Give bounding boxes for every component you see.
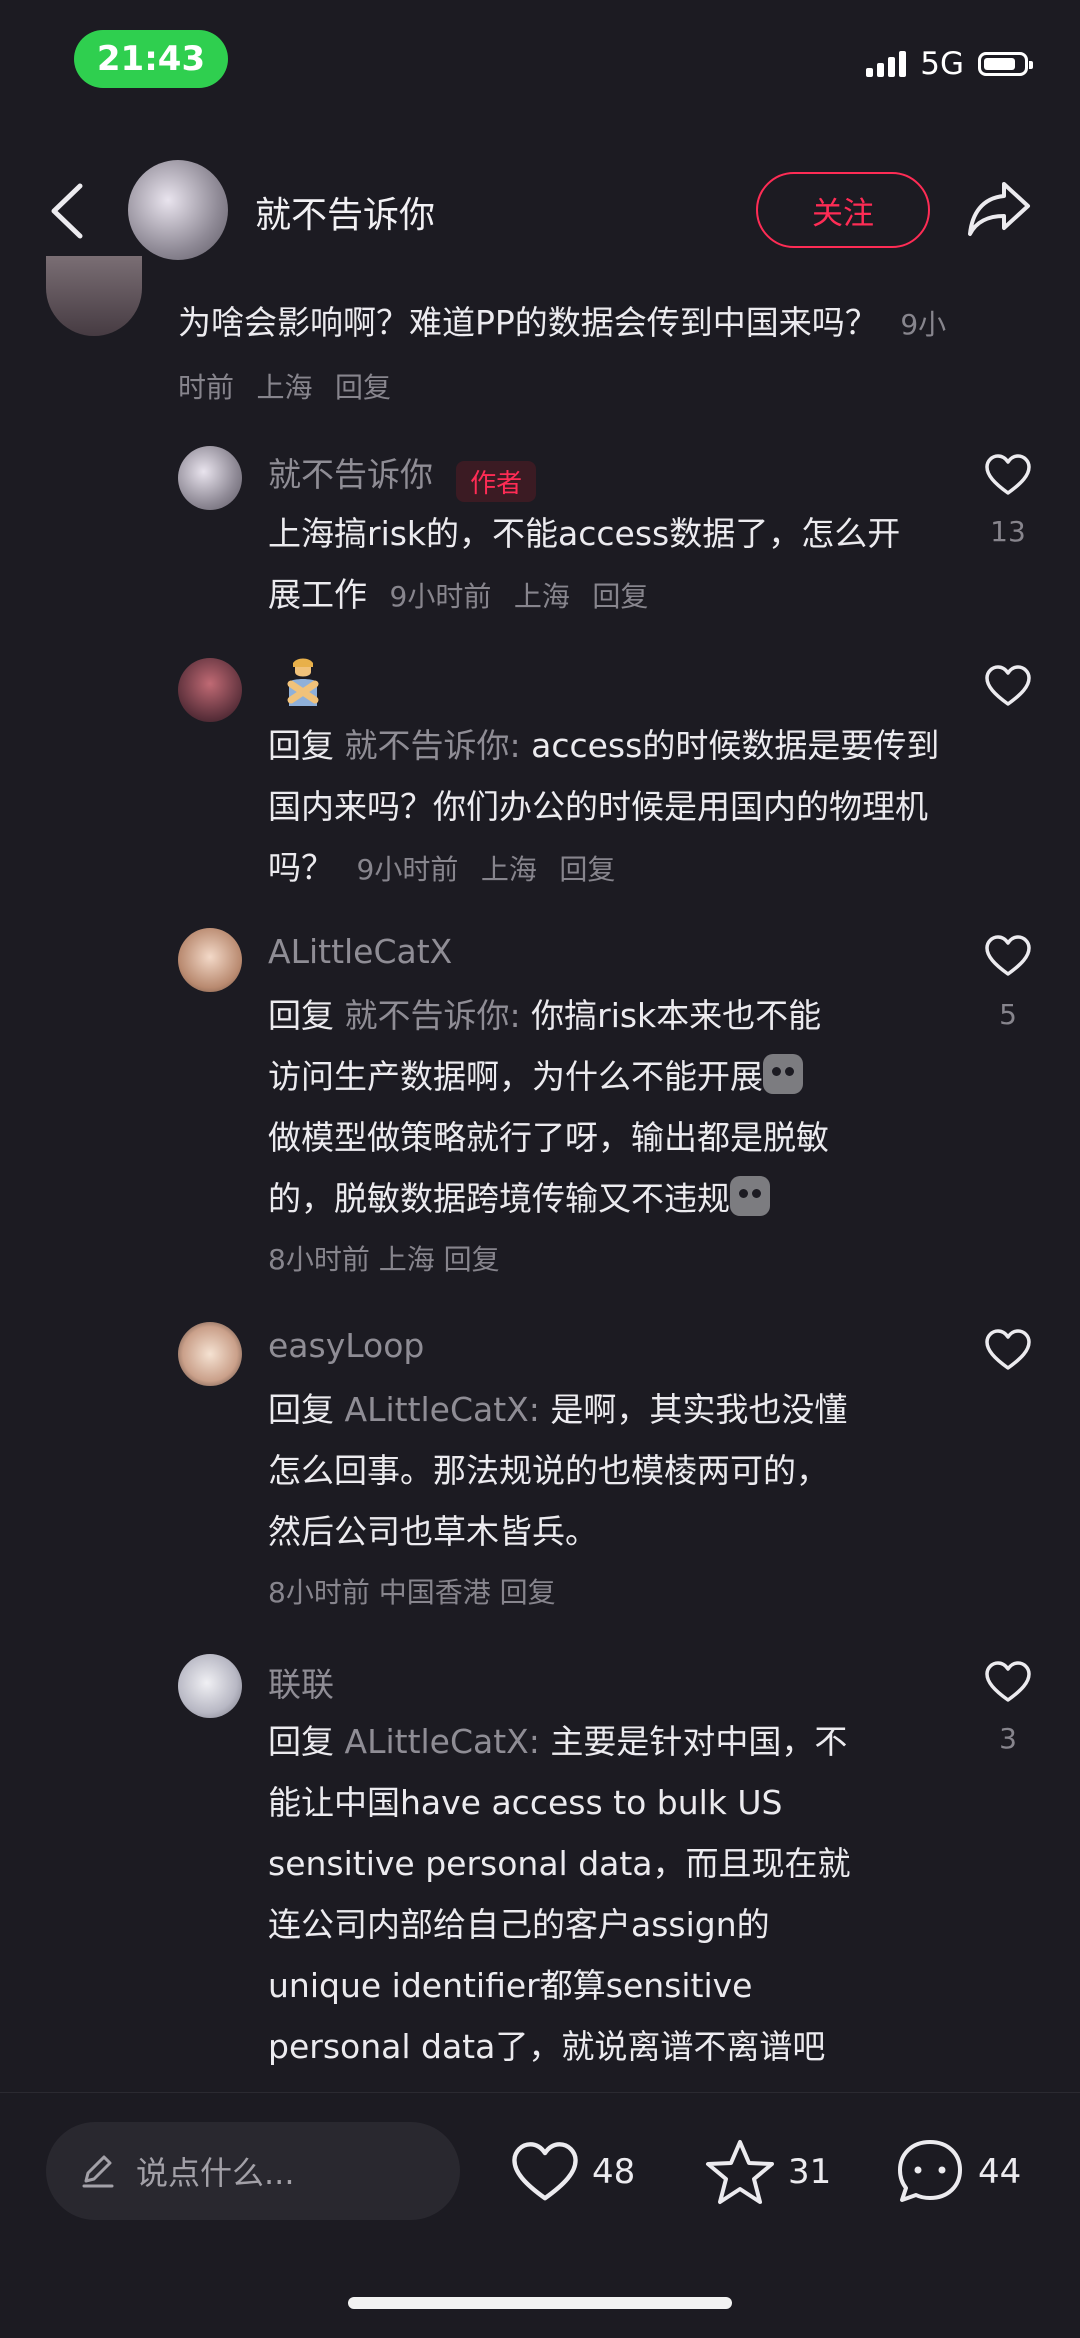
favorite-button[interactable]: 31	[704, 2138, 831, 2206]
reply-location: 上海	[480, 853, 537, 886]
reply-username[interactable]: ALittleCatX	[268, 932, 452, 971]
reply-prefix: 回复	[268, 1390, 334, 1429]
like-icon[interactable]	[984, 453, 1032, 497]
follow-button[interactable]: 关注	[756, 172, 930, 248]
reply-username[interactable]: 联联	[268, 1658, 334, 1706]
reply-time: 8小时前	[268, 1576, 370, 1609]
reply-time: 9小时前	[389, 580, 492, 613]
status-icons: 5G	[866, 44, 1033, 84]
commenter-avatar[interactable]	[46, 256, 142, 336]
like-icon[interactable]	[984, 664, 1032, 708]
cat-emoji	[730, 1176, 770, 1216]
reply-to-user[interactable]: 就不告诉你:	[345, 996, 521, 1035]
author-badge: 作者	[456, 461, 537, 502]
favorite-total: 31	[788, 2152, 832, 2192]
reply-body-line: 访问生产数据啊，为什么不能开展	[268, 1057, 763, 1096]
comment-button[interactable]: 44	[894, 2136, 1021, 2208]
comment-total: 44	[978, 2152, 1022, 2192]
reply-text[interactable]: 回复 ALittleCatX: 是啊，其实我也没懂 怎么回事。那法规说的也模棱两…	[268, 1379, 948, 1623]
reply-text[interactable]: 上海搞risk的，不能access数据了，怎么开展工作 9小时前 上海 回复	[268, 503, 908, 627]
like-count: 13	[990, 515, 1026, 548]
reply-body-line: 的，脱敏数据跨境传输又不违规	[268, 1179, 730, 1218]
reply-button[interactable]: 回复	[559, 853, 615, 886]
reply-avatar[interactable]	[178, 1654, 242, 1718]
reply-time: 8小时前	[268, 1243, 370, 1276]
reply-to-user[interactable]: ALittleCatX:	[345, 1390, 540, 1429]
reply-button[interactable]: 回复	[500, 1576, 556, 1609]
reply-location: 上海	[513, 580, 570, 613]
reply-text[interactable]: 回复 ALittleCatX: 主要是针对中国，不 能让中国have acces…	[268, 1711, 948, 2077]
like-icon[interactable]	[984, 934, 1032, 978]
like-count: 3	[999, 1722, 1017, 1755]
reply-button[interactable]: 回复	[444, 1243, 500, 1276]
like-button[interactable]: 48	[510, 2140, 635, 2204]
reply-avatar[interactable]	[178, 658, 242, 722]
reply-prefix: 回复	[268, 726, 334, 765]
pencil-icon	[82, 2155, 114, 2188]
reply-location: 上海	[378, 1243, 435, 1276]
hand-gesture-emoji	[283, 658, 323, 708]
reply-button[interactable]: 回复	[335, 371, 391, 404]
reply-prefix: 回复	[268, 996, 334, 1035]
signal-icon	[866, 51, 907, 77]
reply-to-user[interactable]: 就不告诉你:	[345, 726, 521, 765]
comment-body: 为啥会影响啊？难道PP的数据会传到中国来吗？	[178, 303, 878, 342]
reply-username[interactable]: 就不告诉你	[268, 455, 433, 494]
heart-icon	[512, 2142, 578, 2201]
like-icon[interactable]	[984, 1660, 1032, 1704]
reply-username[interactable]: easyLoop	[268, 1326, 424, 1365]
like-total: 48	[592, 2152, 636, 2192]
reply-text[interactable]: 回复 就不告诉你: access的时候数据是要传到国内来吗？你们办公的时候是用国…	[268, 715, 948, 900]
reply-avatar[interactable]	[178, 1322, 242, 1386]
reply-body-line: sensitive personal data，而且现在就	[268, 1844, 851, 1883]
comment-bubble-icon	[898, 2140, 962, 2202]
reply-button[interactable]: 回复	[592, 580, 648, 613]
comment-text[interactable]: 为啥会影响啊？难道PP的数据会传到中国来吗？ 9小时前 上海 回复	[178, 292, 958, 418]
reply-body-line: 怎么回事。那法规说的也模棱两可的，	[268, 1451, 829, 1490]
reply-body-line: 做模型做策略就行了呀，输出都是脱敏	[268, 1118, 829, 1157]
reply-prefix: 回复	[268, 1722, 334, 1761]
author-name[interactable]: 就不告诉你	[255, 186, 435, 238]
reply-body-line: 你搞risk本来也不能	[531, 996, 822, 1035]
reply-time: 9小时前	[356, 853, 459, 886]
author-avatar[interactable]	[128, 160, 228, 260]
reply-body-line: 连公司内部给自己的客户assign的	[268, 1905, 770, 1944]
cat-emoji	[763, 1054, 803, 1094]
reply-to-user[interactable]: ALittleCatX:	[345, 1722, 540, 1761]
star-icon	[706, 2140, 774, 2204]
reply-body-line: 主要是针对中国，不	[550, 1722, 848, 1761]
reply-avatar[interactable]	[178, 446, 242, 510]
home-indicator[interactable]	[348, 2297, 732, 2309]
reply-body-line: unique identifier都算sensitive	[268, 1966, 753, 2005]
reply-text[interactable]: 回复 就不告诉你: 你搞risk本来也不能 访问生产数据啊，为什么不能开展 做模…	[268, 985, 948, 1290]
battery-icon	[978, 52, 1033, 76]
comment-input[interactable]: 说点什么...	[46, 2122, 460, 2220]
reply-body-line: 然后公司也草木皆兵。	[268, 1512, 598, 1551]
like-icon[interactable]	[984, 1328, 1032, 1372]
reply-header: 就不告诉你 作者	[268, 448, 537, 502]
reply-body-line: 是啊，其实我也没懂	[550, 1390, 848, 1429]
comment-input-placeholder: 说点什么...	[136, 2154, 295, 2192]
back-icon[interactable]	[44, 180, 90, 242]
reply-body: 上海搞risk的，不能access数据了，怎么开展工作	[268, 514, 901, 614]
reply-body-line: 能让中国have access to bulk US	[268, 1783, 783, 1822]
network-label: 5G	[920, 46, 964, 82]
share-icon[interactable]	[966, 178, 1032, 238]
reply-avatar[interactable]	[178, 928, 242, 992]
status-time: 21:43	[74, 30, 228, 88]
reply-body-line: personal data了，就说离谱不离谱吧	[268, 2027, 826, 2066]
like-count: 5	[999, 998, 1017, 1031]
reply-location: 中国香港	[378, 1576, 491, 1609]
comment-location: 上海	[256, 371, 313, 404]
